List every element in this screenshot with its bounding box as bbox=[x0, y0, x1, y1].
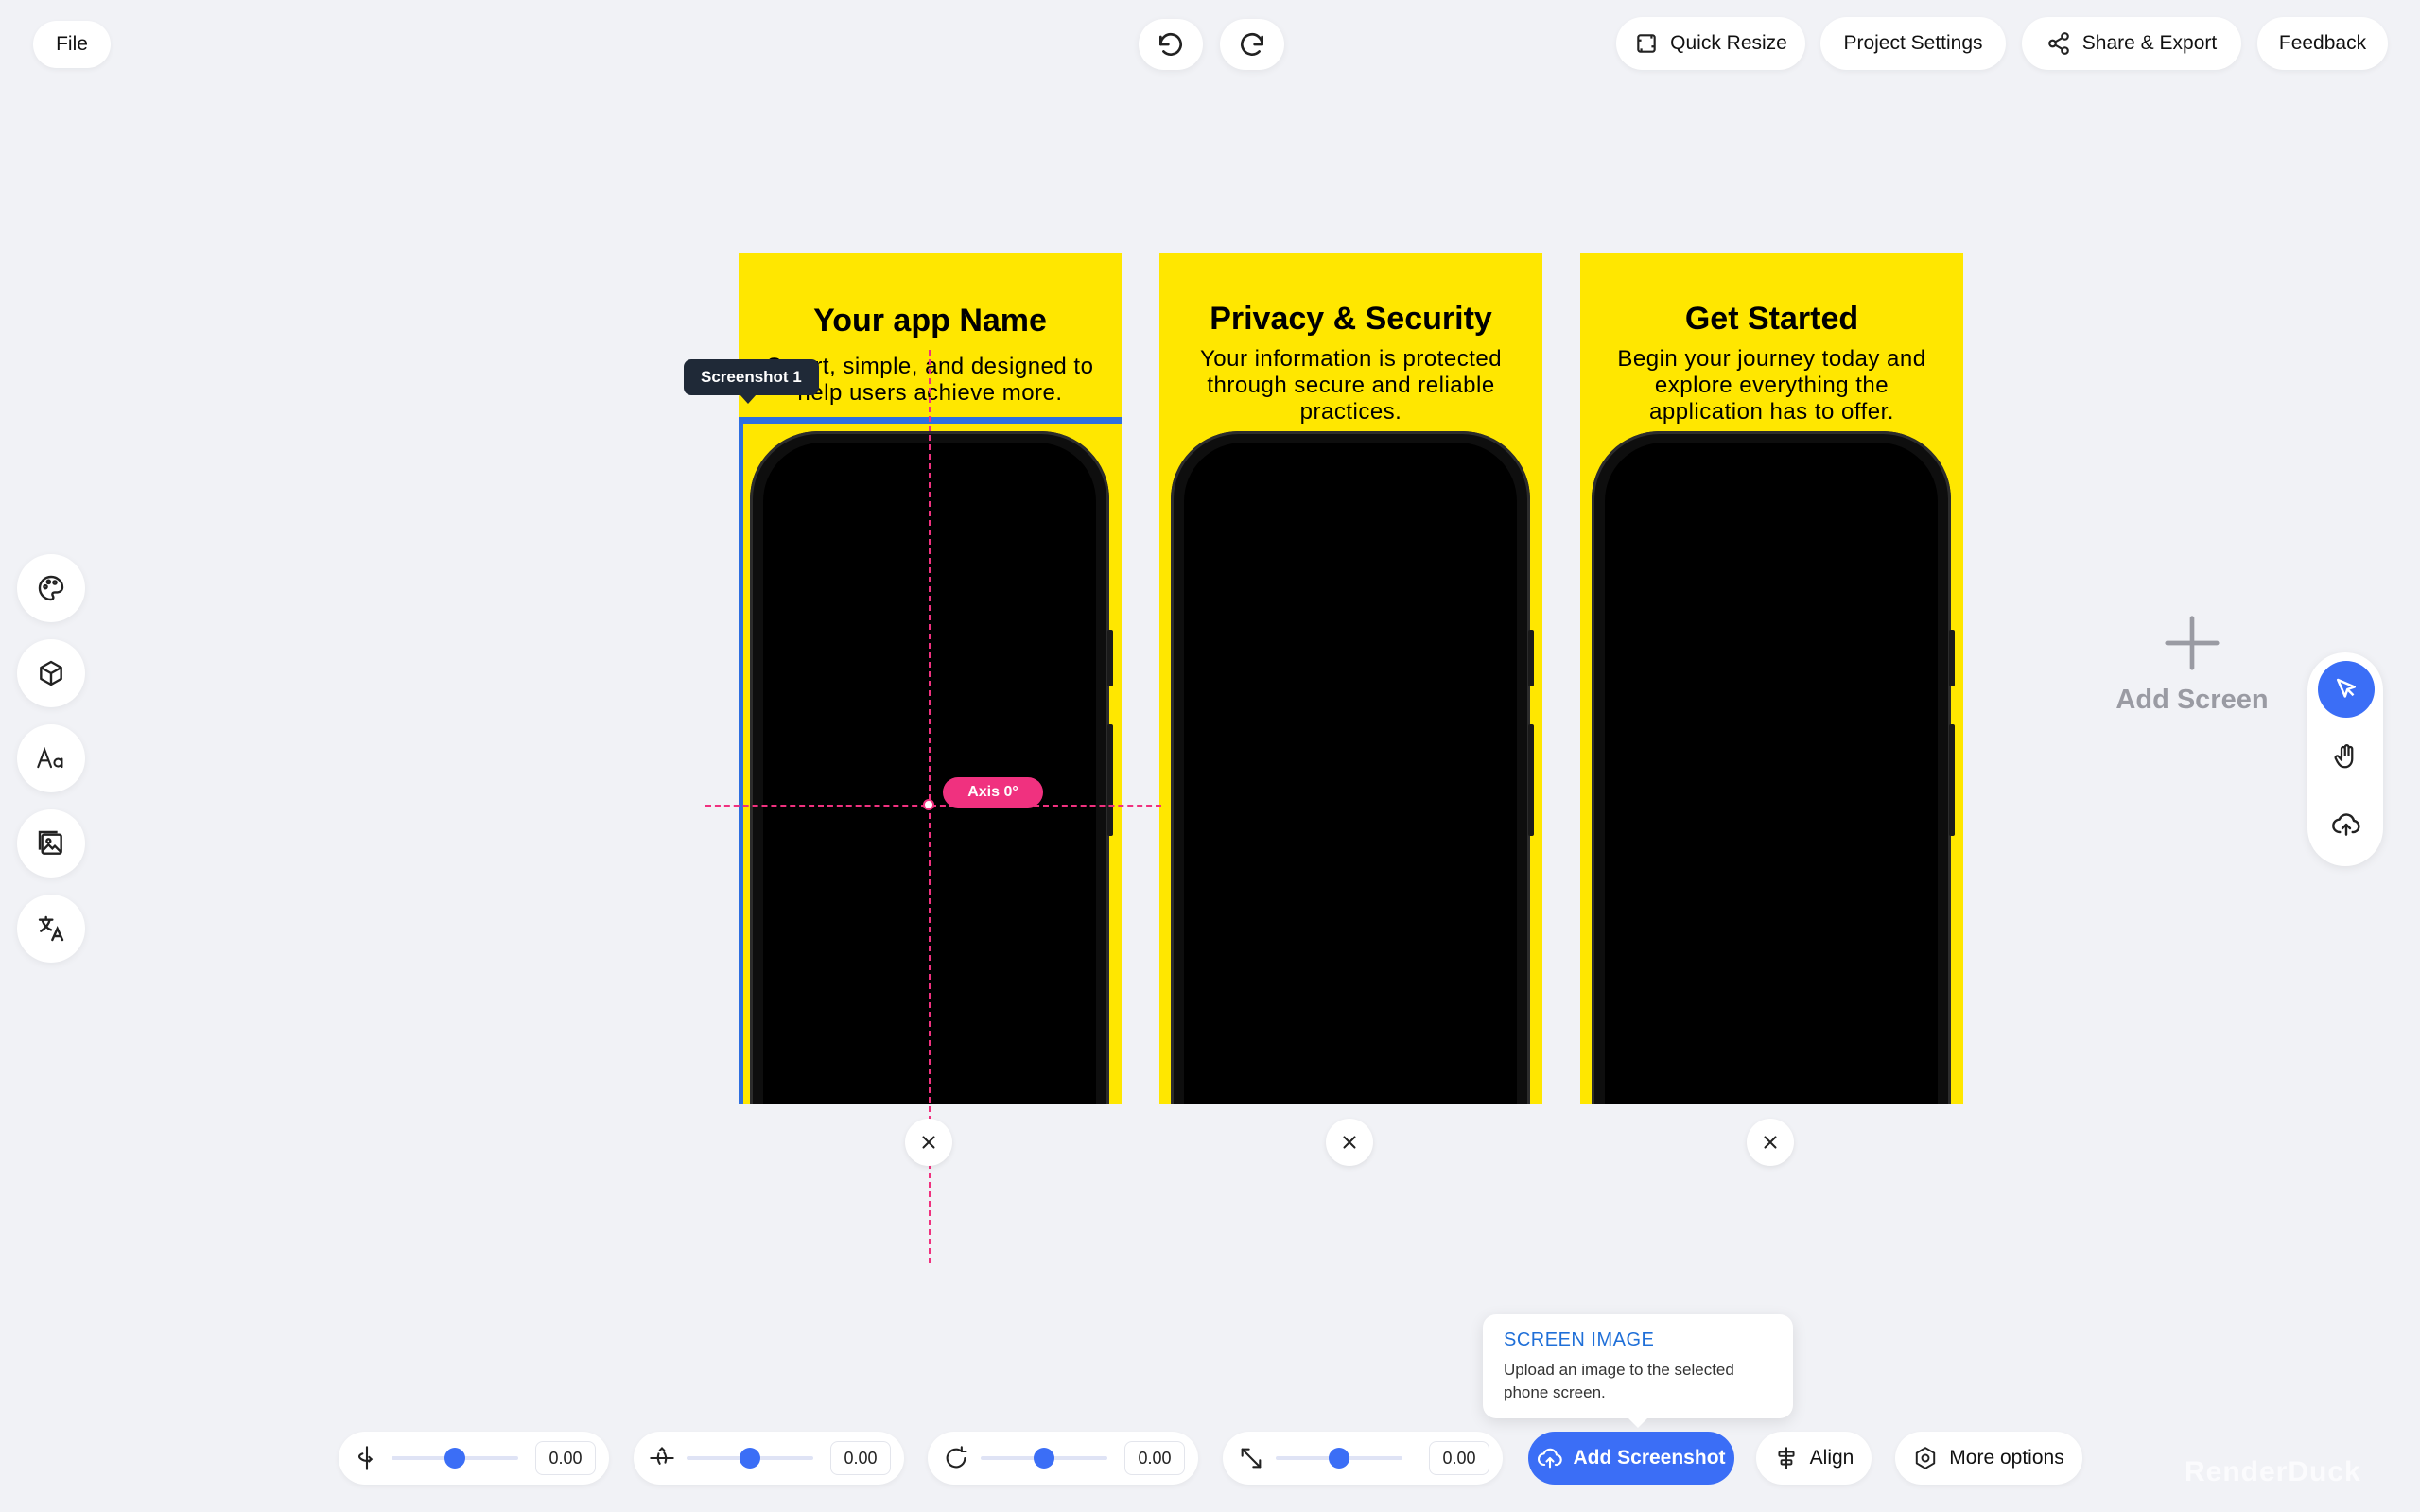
close-icon bbox=[1343, 1136, 1356, 1149]
add-screen-label: Add Screen bbox=[2115, 685, 2269, 715]
project-settings-label: Project Settings bbox=[1843, 32, 1983, 54]
select-tool-button[interactable] bbox=[2318, 661, 2375, 718]
undo-button[interactable] bbox=[1139, 19, 1203, 70]
scale-value-input[interactable]: 0.00 bbox=[1429, 1441, 1489, 1475]
more-options-label: More options bbox=[1949, 1447, 2064, 1469]
rotate-icon bbox=[946, 1446, 967, 1469]
upload-tool-button[interactable] bbox=[2318, 796, 2375, 853]
screen-3-description[interactable]: Begin your journey today and explore eve… bbox=[1599, 346, 1944, 426]
translate-icon bbox=[38, 915, 64, 942]
axis-center-handle[interactable] bbox=[923, 799, 934, 810]
image-icon bbox=[38, 830, 62, 855]
tilt-slider-knob[interactable] bbox=[444, 1448, 465, 1469]
rotate-slider-knob[interactable] bbox=[1034, 1448, 1054, 1469]
close-icon bbox=[1764, 1136, 1777, 1149]
screen-image-popover: SCREEN IMAGE Upload an image to the sele… bbox=[1483, 1314, 1793, 1418]
popover-arrow bbox=[1627, 1416, 1649, 1428]
phone-screen-2[interactable] bbox=[1184, 443, 1517, 1104]
screenshot-tooltip: Screenshot 1 bbox=[684, 359, 819, 395]
screen-2-description[interactable]: Your information is protected through se… bbox=[1178, 346, 1523, 426]
undo-icon bbox=[1159, 33, 1182, 56]
screen-card-3[interactable]: Get Started Begin your journey today and… bbox=[1580, 253, 1963, 1104]
share-icon bbox=[2047, 32, 2069, 55]
share-export-button[interactable]: Share & Export bbox=[2022, 17, 2241, 70]
phone-side-button bbox=[1949, 630, 1955, 686]
watermark: RenderDuck bbox=[2185, 1456, 2361, 1487]
screen-2-title[interactable]: Privacy & Security bbox=[1159, 301, 1542, 338]
settings-hex-icon bbox=[1916, 1447, 1936, 1469]
background-image-button[interactable] bbox=[17, 809, 85, 878]
redo-icon bbox=[1241, 33, 1263, 56]
quick-resize-label: Quick Resize bbox=[1670, 32, 1787, 54]
add-screenshot-button[interactable]: Add Screenshot bbox=[1528, 1432, 1734, 1485]
feedback-label: Feedback bbox=[2278, 32, 2367, 54]
hand-icon bbox=[2334, 744, 2354, 769]
cube-icon bbox=[40, 660, 62, 686]
scale-slider-knob[interactable] bbox=[1329, 1448, 1349, 1469]
cursor-icon bbox=[2337, 678, 2356, 698]
project-settings-button[interactable]: Project Settings bbox=[1820, 17, 2006, 70]
rotate-y-icon bbox=[650, 1447, 674, 1465]
align-label: Align bbox=[1809, 1447, 1854, 1469]
plus-icon bbox=[2165, 616, 2220, 670]
rotate-slider-control[interactable]: 0.00 bbox=[928, 1432, 1198, 1485]
phone-screen-3[interactable] bbox=[1605, 443, 1938, 1104]
remove-screen-2-button[interactable] bbox=[1326, 1119, 1373, 1166]
tooltip-arrow bbox=[740, 394, 757, 404]
phone-side-button bbox=[1949, 724, 1955, 836]
phone-side-button bbox=[1528, 724, 1534, 836]
popover-body: Upload an image to the selected phone sc… bbox=[1504, 1361, 1734, 1401]
close-icon bbox=[922, 1136, 935, 1149]
more-options-button[interactable]: More options bbox=[1895, 1432, 2082, 1485]
palette-icon bbox=[38, 575, 64, 601]
text-style-button[interactable] bbox=[17, 724, 85, 792]
device-3d-button[interactable] bbox=[17, 639, 85, 707]
axis-badge-label: Axis 0° bbox=[967, 784, 1018, 800]
rotate-y-slider-control[interactable]: 0.00 bbox=[634, 1432, 904, 1485]
screenshot-tooltip-label: Screenshot 1 bbox=[701, 368, 802, 386]
redo-button[interactable] bbox=[1220, 19, 1284, 70]
remove-screen-3-button[interactable] bbox=[1747, 1119, 1794, 1166]
quick-resize-button[interactable]: Quick Resize bbox=[1616, 17, 1805, 70]
tilt-slider-control[interactable]: 0.00 bbox=[339, 1432, 609, 1485]
font-icon bbox=[37, 746, 63, 769]
popover-title: SCREEN IMAGE bbox=[1504, 1330, 1655, 1350]
share-export-label: Share & Export bbox=[2081, 32, 2218, 54]
remove-screen-1-button[interactable] bbox=[905, 1119, 952, 1166]
feedback-button[interactable]: Feedback bbox=[2257, 17, 2388, 70]
scale-icon bbox=[1241, 1448, 1262, 1469]
rotate-value-input[interactable]: 0.00 bbox=[1124, 1441, 1185, 1475]
tilt-icon bbox=[358, 1446, 374, 1470]
phone-side-button bbox=[1528, 630, 1534, 686]
file-menu-button[interactable]: File bbox=[33, 21, 111, 68]
scale-slider-control[interactable]: 0.00 bbox=[1223, 1432, 1503, 1485]
screen-card-2[interactable]: Privacy & Security Your information is p… bbox=[1159, 253, 1542, 1104]
translate-button[interactable] bbox=[17, 895, 85, 963]
screen-1-title[interactable]: Your app Name bbox=[739, 303, 1122, 339]
axis-badge: Axis 0° bbox=[943, 777, 1043, 808]
phone-mockup-2[interactable] bbox=[1171, 431, 1534, 1104]
rotate-y-slider-knob[interactable] bbox=[740, 1448, 760, 1469]
add-screenshot-label: Add Screenshot bbox=[1573, 1447, 1726, 1469]
cloud-upload-icon bbox=[1538, 1448, 1563, 1469]
pan-tool-button[interactable] bbox=[2318, 728, 2375, 785]
align-icon bbox=[1778, 1447, 1795, 1469]
phone-mockup-3[interactable] bbox=[1592, 431, 1955, 1104]
screen-3-title[interactable]: Get Started bbox=[1580, 301, 1963, 338]
cloud-upload-icon bbox=[2332, 813, 2360, 836]
file-menu-label: File bbox=[56, 33, 88, 55]
align-button[interactable]: Align bbox=[1756, 1432, 1872, 1485]
resize-frame-icon bbox=[1637, 34, 1656, 53]
add-screen-button[interactable]: Add Screen bbox=[2099, 610, 2285, 742]
theme-palette-button[interactable] bbox=[17, 554, 85, 622]
rotate-y-value-input[interactable]: 0.00 bbox=[830, 1441, 891, 1475]
tilt-value-input[interactable]: 0.00 bbox=[535, 1441, 596, 1475]
